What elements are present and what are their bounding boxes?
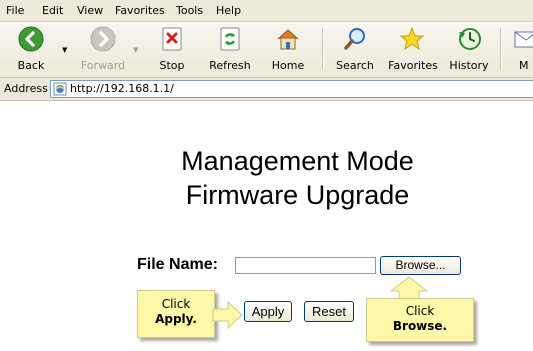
search-icon: [344, 28, 365, 50]
menu-favorites[interactable]: Favorites: [115, 4, 165, 17]
address-url: http://192.168.1.1/: [70, 82, 174, 95]
forward-arrow-icon: [90, 26, 116, 52]
back-arrow-icon: [18, 26, 44, 52]
apply-callout-arrow-icon: [212, 300, 243, 330]
address-label: Address: [4, 82, 48, 95]
search-label: Search: [336, 59, 374, 72]
star-icon: [399, 26, 425, 51]
home-icon: [277, 29, 299, 50]
menu-tools[interactable]: Tools: [176, 4, 203, 17]
apply-callout-line2: Apply.: [155, 312, 197, 326]
page-icon: [53, 82, 67, 96]
refresh-icon: [220, 27, 240, 51]
home-label: Home: [271, 59, 305, 72]
history-button[interactable]: History: [443, 24, 495, 74]
stop-label: Stop: [159, 59, 185, 72]
menu-file[interactable]: File: [6, 4, 24, 17]
back-label: Back: [17, 59, 45, 72]
refresh-button[interactable]: Refresh: [204, 24, 256, 74]
mail-icon: [514, 31, 533, 48]
menu-edit[interactable]: Edit: [42, 4, 63, 17]
forward-label: Forward: [80, 59, 126, 72]
apply-callout: Click Apply.: [137, 290, 215, 338]
menu-view[interactable]: View: [77, 4, 103, 17]
menu-bar: File Edit View Favorites Tools Help: [0, 0, 533, 22]
back-dropdown-icon[interactable]: ▼: [62, 46, 67, 54]
apply-button[interactable]: Apply: [244, 301, 292, 322]
favorites-button[interactable]: Favorites: [386, 24, 440, 74]
address-bar: Address http://192.168.1.1/: [0, 78, 533, 101]
home-button[interactable]: Home: [262, 24, 314, 74]
refresh-label: Refresh: [209, 59, 251, 72]
page-title-line1: Management Mode: [181, 146, 414, 176]
toolbar: Back ▼ Forward ▼ Stop Refresh Home Searc…: [0, 22, 533, 78]
favorites-label: Favorites: [388, 59, 438, 72]
file-name-label: File Name:: [137, 256, 218, 273]
back-button[interactable]: Back: [5, 24, 57, 74]
browse-callout-line2: Browse.: [392, 319, 448, 333]
history-icon: [459, 28, 481, 50]
address-input[interactable]: http://192.168.1.1/: [50, 80, 533, 98]
toolbar-separator: [322, 28, 324, 70]
browse-callout-line1: Click: [405, 304, 435, 318]
apply-callout-line1: Click: [161, 297, 191, 311]
forward-button[interactable]: Forward: [75, 24, 131, 74]
reset-button[interactable]: Reset: [304, 301, 354, 322]
page-title-line2: Firmware Upgrade: [185, 180, 410, 210]
file-name-input[interactable]: [235, 257, 376, 274]
forward-dropdown-icon[interactable]: ▼: [133, 46, 138, 54]
history-label: History: [449, 59, 489, 72]
menu-help[interactable]: Help: [216, 4, 241, 17]
stop-icon: [162, 27, 182, 51]
mail-button[interactable]: M: [505, 24, 533, 74]
browse-callout-arrow-icon: [389, 276, 429, 300]
mail-label: M: [519, 59, 529, 72]
search-button[interactable]: Search: [329, 24, 381, 74]
toolbar-separator: [500, 28, 502, 70]
browse-callout: Click Browse.: [366, 298, 474, 342]
browse-button[interactable]: Browse...: [380, 256, 461, 275]
stop-button[interactable]: Stop: [146, 24, 198, 74]
